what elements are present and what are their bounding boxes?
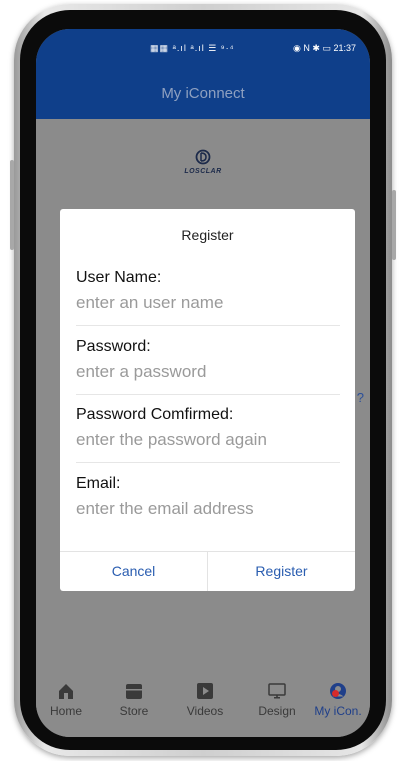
status-time: 21:37 bbox=[333, 43, 356, 53]
password-label: Password: bbox=[76, 338, 151, 355]
tab-my-iconnect[interactable]: My iCon. bbox=[308, 682, 368, 718]
tab-design[interactable]: Design bbox=[247, 682, 307, 718]
store-icon bbox=[126, 684, 142, 699]
password-input[interactable]: enter a password bbox=[76, 362, 206, 382]
user-name-field[interactable]: User Name: enter an user name bbox=[76, 269, 340, 326]
notification-badge bbox=[332, 690, 339, 697]
app-header: My iConnect bbox=[36, 73, 370, 119]
register-dialog: Register User Name: enter an user name P… bbox=[60, 209, 355, 591]
status-right-group: ◉ N ✱ ▭ 21:37 bbox=[293, 43, 356, 54]
play-icon bbox=[197, 683, 213, 699]
tab-label: Design bbox=[258, 704, 296, 718]
logo-text: LOSCLAR bbox=[184, 168, 222, 175]
help-icon[interactable]: ? bbox=[357, 390, 364, 405]
status-signal-icons: ▦▦ ᵃ.ıl ᵃ.ıl ☰ ⁹·⁴ bbox=[150, 43, 235, 53]
email-input[interactable]: enter the email address bbox=[76, 499, 254, 519]
status-bar: ▦▦ ᵃ.ıl ᵃ.ıl ☰ ⁹·⁴ ◉ N ✱ ▭ 21:37 bbox=[36, 29, 370, 73]
power-button bbox=[392, 190, 396, 260]
tab-label: Videos bbox=[186, 704, 224, 718]
dialog-title: Register bbox=[181, 227, 234, 243]
password-confirm-field[interactable]: Password Comfirmed: enter the password a… bbox=[76, 406, 340, 463]
brand-logo: LOSCLAR bbox=[173, 149, 233, 175]
tab-store[interactable]: Store bbox=[104, 682, 164, 718]
password-confirm-input[interactable]: enter the password again bbox=[76, 430, 267, 450]
email-field[interactable]: Email: enter the email address bbox=[76, 475, 340, 531]
user-name-label: User Name: bbox=[76, 269, 162, 286]
logo-mark-icon bbox=[173, 149, 233, 168]
password-field[interactable]: Password: enter a password bbox=[76, 338, 340, 395]
volume-button bbox=[10, 160, 14, 250]
app-title: My iConnect bbox=[161, 85, 245, 102]
user-name-input[interactable]: enter an user name bbox=[76, 293, 223, 313]
register-button[interactable]: Register bbox=[208, 552, 355, 591]
tab-home[interactable]: Home bbox=[36, 682, 96, 718]
cancel-button[interactable]: Cancel bbox=[60, 552, 207, 591]
tab-label: Home bbox=[49, 704, 82, 718]
email-label: Email: bbox=[76, 475, 121, 492]
bottom-tab-bar: Home Store Videos Design My iCon. bbox=[36, 674, 370, 737]
tab-label: Store bbox=[119, 704, 149, 718]
password-confirm-label: Password Comfirmed: bbox=[76, 406, 234, 423]
monitor-icon bbox=[268, 683, 286, 699]
tab-videos[interactable]: Videos bbox=[175, 682, 235, 718]
tab-label: My iCon. bbox=[314, 704, 362, 718]
home-icon bbox=[59, 684, 73, 699]
status-system-icons: ◉ N ✱ ▭ bbox=[293, 43, 331, 53]
